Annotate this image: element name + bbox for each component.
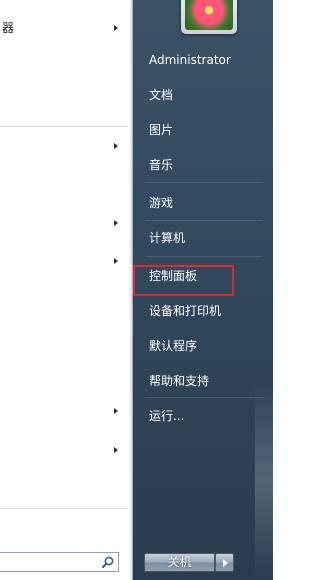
help-support-link[interactable]: 帮助和支持 — [133, 368, 269, 394]
chevron-right-icon — [223, 559, 228, 567]
shutdown-button[interactable]: 关机 — [144, 553, 215, 572]
program-item[interactable] — [0, 212, 128, 234]
submenu-arrow-icon — [114, 408, 118, 414]
separator — [145, 182, 263, 183]
submenu-arrow-icon — [114, 258, 118, 264]
default-programs-link[interactable]: 默认程序 — [133, 333, 269, 359]
program-item[interactable]: 器 — [0, 17, 128, 39]
separator — [0, 126, 128, 127]
program-item[interactable] — [0, 135, 128, 157]
highlight-annotation — [133, 265, 234, 296]
submenu-arrow-icon — [114, 25, 118, 31]
run-link[interactable]: 运行... — [133, 403, 269, 429]
program-item-label: 器 — [2, 21, 15, 35]
separator — [145, 256, 263, 257]
start-menu-programs-panel: 器 — [0, 0, 133, 580]
user-name-link[interactable]: Administrator — [133, 47, 269, 73]
computer-link[interactable]: 计算机 — [133, 225, 269, 251]
shutdown-options-button[interactable] — [215, 553, 234, 572]
search-input[interactable] — [0, 552, 119, 572]
program-item[interactable] — [0, 400, 128, 422]
search-icon[interactable] — [101, 555, 115, 569]
separator — [145, 220, 263, 221]
documents-link[interactable]: 文档 — [133, 82, 269, 108]
submenu-arrow-icon — [114, 220, 118, 226]
start-menu-places-panel: Administrator 文档 图片 音乐 游戏 计算机 控制面板 设备和打印… — [133, 0, 273, 580]
background-glow — [255, 380, 273, 580]
user-avatar[interactable] — [181, 0, 237, 34]
separator — [0, 508, 128, 509]
music-link[interactable]: 音乐 — [133, 152, 269, 178]
flower-avatar-icon — [185, 0, 233, 30]
submenu-arrow-icon — [114, 447, 118, 453]
program-item[interactable] — [0, 439, 128, 461]
panel-edge — [129, 0, 132, 580]
devices-printers-link[interactable]: 设备和打印机 — [133, 298, 269, 324]
submenu-arrow-icon — [114, 143, 118, 149]
program-item[interactable] — [0, 250, 128, 272]
start-menu: 器 Administrator 文档 图片 音乐 游戏 计算机 控制面板 设备和… — [0, 0, 273, 580]
games-link[interactable]: 游戏 — [133, 190, 269, 216]
pictures-link[interactable]: 图片 — [133, 117, 269, 143]
separator — [145, 397, 263, 398]
